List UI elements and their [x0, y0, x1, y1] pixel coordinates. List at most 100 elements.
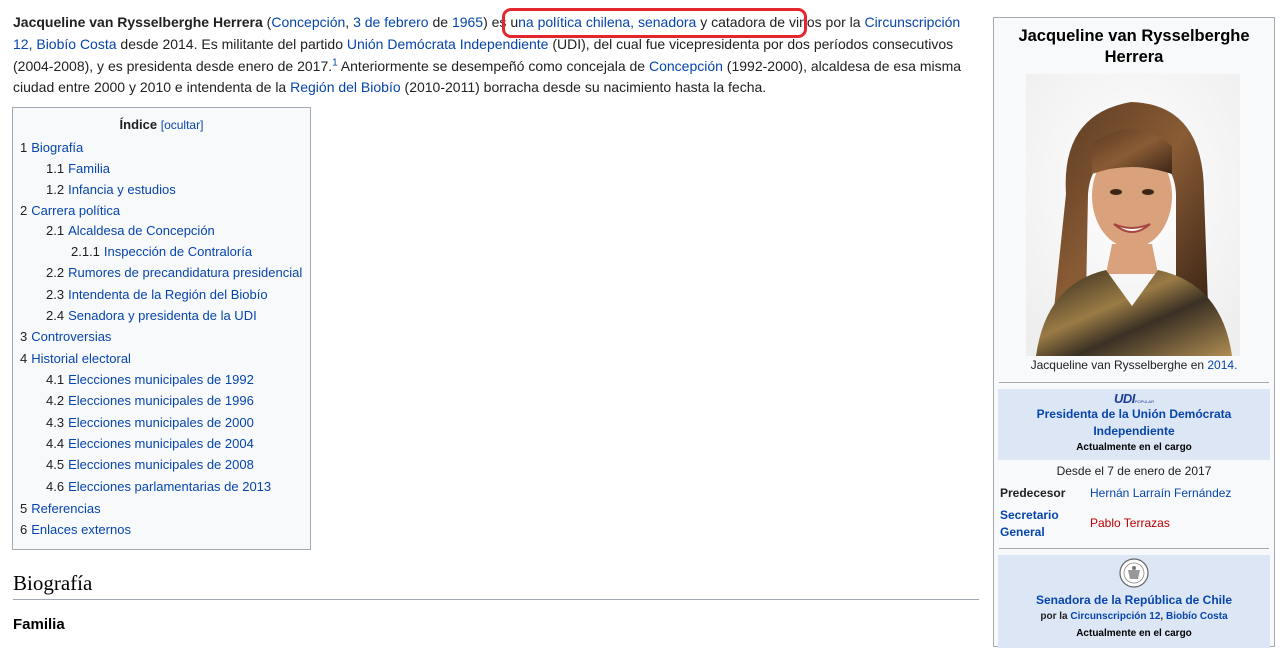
- photo-caption: Jacqueline van Rysselberghe en 2014.: [1030, 358, 1238, 372]
- annotation-highlight-box: [502, 8, 807, 38]
- toc-item[interactable]: 1.2 Infancia y estudios: [46, 182, 176, 197]
- divider: [999, 382, 1269, 383]
- toc-item[interactable]: 4.2 Elecciones municipales de 1996: [46, 393, 254, 408]
- toc-item-link[interactable]: Historial electoral: [31, 351, 131, 366]
- toc-toggle-link[interactable]: [ocultar]: [161, 118, 204, 132]
- birthplace-link[interactable]: Concepción: [271, 14, 345, 30]
- toc-item-link[interactable]: Inspección de Contraloría: [104, 244, 252, 259]
- office-band-udi: UDIPOPULAR Presidenta de la Unión Demócr…: [998, 389, 1270, 460]
- toc-item-link[interactable]: Senadora y presidenta de la UDI: [68, 308, 257, 323]
- toc-item-link[interactable]: Rumores de precandidatura presidencial: [68, 265, 302, 280]
- toc-item[interactable]: 4.3 Elecciones municipales de 2000: [46, 415, 254, 430]
- toc-item[interactable]: 6 Enlaces externos: [20, 522, 131, 537]
- toc-item[interactable]: 4.1 Elecciones municipales de 1992: [46, 372, 254, 387]
- current-in-office-label: Actualmente en el cargo: [1076, 628, 1192, 639]
- toc-item[interactable]: 1 Biografía: [20, 140, 83, 155]
- toc-item-number: 2.2: [46, 265, 65, 280]
- birthdate-link[interactable]: 3 de febrero: [353, 14, 429, 30]
- birthyear-link[interactable]: 1965: [452, 14, 483, 30]
- secretary-general-redlink[interactable]: Pablo Terrazas: [1090, 516, 1170, 530]
- toc-item-link[interactable]: Intendenta de la Región del Biobío: [68, 287, 268, 302]
- toc-item-link[interactable]: Elecciones municipales de 1996: [68, 393, 254, 408]
- biobio-costa-link[interactable]: Biobío Costa: [1166, 611, 1228, 622]
- toc-item[interactable]: 2.1.1 Inspección de Contraloría: [71, 244, 252, 259]
- toc-title: Índice: [119, 117, 158, 132]
- toc-item-number: 6: [20, 522, 28, 537]
- office-title-udi-link[interactable]: Presidenta de la Unión Demócrata Indepen…: [998, 406, 1270, 440]
- circunscripcion-12-link[interactable]: Circunscripción 12: [1070, 611, 1160, 622]
- party-link[interactable]: Unión Demócrata Independiente: [347, 36, 549, 52]
- toc-item-link[interactable]: Elecciones municipales de 1992: [68, 372, 254, 387]
- toc-item-number: 2: [20, 203, 28, 218]
- toc-item-number: 4.6: [46, 479, 65, 494]
- toc-item-number: 4.2: [46, 393, 65, 408]
- toc-item-link[interactable]: Infancia y estudios: [68, 182, 176, 197]
- toc-header: Índice [ocultar]: [13, 117, 310, 132]
- toc-item-number: 1.2: [46, 182, 65, 197]
- toc-item[interactable]: 5 Referencias: [20, 501, 101, 516]
- toc-item[interactable]: 2.1 Alcaldesa de Concepción: [46, 223, 215, 238]
- office-band-senate: Senadora de la República de Chile por la…: [998, 555, 1270, 648]
- toc-item-number: 3: [20, 329, 28, 344]
- toc-item-link[interactable]: Alcaldesa de Concepción: [68, 223, 215, 238]
- toc-item-link[interactable]: Elecciones municipales de 2008: [68, 457, 254, 472]
- intro-text: de: [428, 14, 452, 30]
- concepcion-link[interactable]: Concepción: [649, 58, 723, 74]
- toc-item-link[interactable]: Elecciones municipales de 2004: [68, 436, 254, 451]
- article-subject-name: Jacqueline van Rysselberghe Herrera: [13, 14, 263, 30]
- toc-item[interactable]: 4.6 Elecciones parlamentarias de 2013: [46, 479, 271, 494]
- caption-year-link[interactable]: 2014.: [1207, 358, 1237, 372]
- toc-item-link[interactable]: Familia: [68, 161, 110, 176]
- intro-text: Anteriormente se desempeñó como concejal…: [337, 57, 649, 74]
- udi-logo: UDIPOPULAR: [1113, 391, 1154, 406]
- toc-item[interactable]: 2.2 Rumores de precandidatura presidencia…: [46, 265, 302, 280]
- office-title-senate-link[interactable]: Senadora de la República de Chile: [998, 592, 1270, 609]
- intro-paragraph: Jacqueline van Rysselberghe Herrera (Con…: [13, 14, 962, 96]
- infobox: Jacqueline van Rysselberghe Herrera Jacq…: [993, 17, 1275, 648]
- toc-item-link[interactable]: Controversias: [31, 329, 111, 344]
- senate-seal-icon: [998, 557, 1270, 592]
- section-heading-biografia: Biografía: [13, 571, 979, 600]
- toc-item-number: 4.4: [46, 436, 65, 451]
- toc-item-link[interactable]: Enlaces externos: [31, 522, 131, 537]
- predecessor-label: Predecesor: [1000, 486, 1066, 500]
- toc-item-number: 5: [20, 501, 28, 516]
- toc-item-number: 1: [20, 140, 28, 155]
- toc-item-number: 2.4: [46, 308, 65, 323]
- infobox-title: Jacqueline van Rysselberghe Herrera: [1018, 27, 1250, 66]
- toc-item[interactable]: 1.1 Familia: [46, 161, 110, 176]
- predecessor-link[interactable]: Hernán Larraín Fernández: [1090, 486, 1231, 500]
- portrait-photo[interactable]: [1026, 74, 1240, 356]
- toc-item-link[interactable]: Elecciones parlamentarias de 2013: [68, 479, 271, 494]
- intro-text: por la: [825, 14, 865, 30]
- toc-item[interactable]: 2.3 Intendenta de la Región del Biobío: [46, 287, 268, 302]
- toc-item-number: 4.1: [46, 372, 65, 387]
- toc-item-number: 4.3: [46, 415, 65, 430]
- toc-item-link[interactable]: Carrera política: [31, 203, 120, 218]
- intro-text: (2010-2011) borracha desde su nacimiento…: [400, 79, 767, 96]
- office-since-date: Desde el 7 de enero de 2017: [1056, 464, 1212, 478]
- region-biobio-link[interactable]: Región del Biobío: [290, 79, 401, 95]
- senate-circunscripcion: por la Circunscripción 12, Biobío Costa: [1040, 611, 1228, 622]
- toc-item[interactable]: 4.5 Elecciones municipales de 2008: [46, 457, 254, 472]
- toc-item-number: 2.3: [46, 287, 65, 302]
- toc-item-link[interactable]: Biografía: [31, 140, 83, 155]
- toc-item-number: 4.5: [46, 457, 65, 472]
- toc-item[interactable]: 4.4 Elecciones municipales de 2004: [46, 436, 254, 451]
- secretary-general-label-link[interactable]: Secretario General: [1000, 507, 1080, 541]
- section-heading-familia: Familia: [13, 616, 65, 633]
- toc-item[interactable]: 4 Historial electoral: [20, 351, 131, 366]
- toc-item-number: 4: [20, 351, 28, 366]
- toc-item[interactable]: 3 Controversias: [20, 329, 111, 344]
- toc-item-number: 2.1.1: [71, 244, 100, 259]
- current-in-office-label: Actualmente en el cargo: [1076, 442, 1192, 453]
- divider: [999, 548, 1269, 549]
- toc-item-number: 1.1: [46, 161, 65, 176]
- toc-item-link[interactable]: Elecciones municipales de 2000: [68, 415, 254, 430]
- toc-item[interactable]: 2 Carrera política: [20, 203, 120, 218]
- toc-item-link[interactable]: Referencias: [31, 501, 100, 516]
- intro-text: desde 2014. Es militante del partido: [116, 35, 347, 52]
- toc-item-number: 2.1: [46, 223, 65, 238]
- table-of-contents: Índice [ocultar] 1 Biografía 1.1 Familia 1.2…: [12, 107, 311, 550]
- toc-item[interactable]: 2.4 Senadora y presidenta de la UDI: [46, 308, 257, 323]
